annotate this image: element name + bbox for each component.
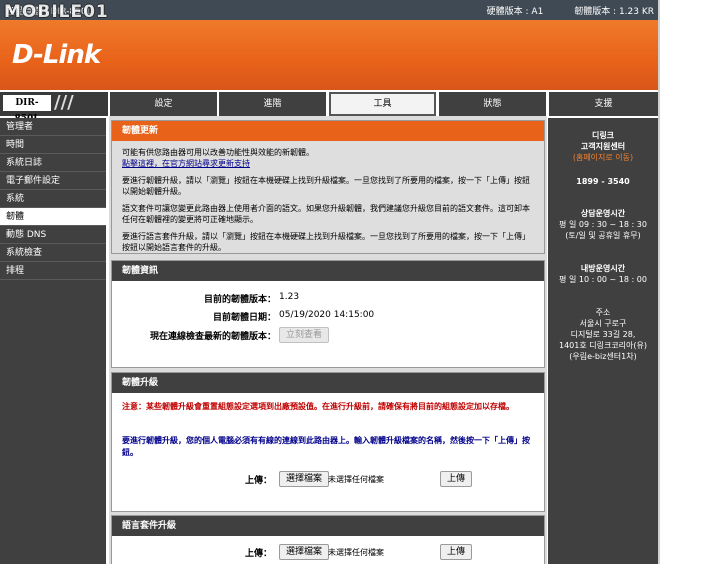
model-badge: DIR-850L /// — [0, 92, 108, 124]
upload-button[interactable]: 上傳 — [440, 471, 473, 487]
address-line-2: 디지털로 33길 28, — [570, 330, 636, 339]
update-intro: 可能有供您路由器可用以改善功能性與效能的新韌體。 — [122, 148, 314, 157]
sidebar-item-firmware[interactable]: 韌體 — [0, 208, 106, 226]
lang-upload-button[interactable]: 上傳 — [440, 544, 473, 560]
sidebar-item-schedules[interactable]: 排程 — [0, 262, 106, 280]
lang-choose-file-button[interactable]: 選擇檔案 — [279, 544, 330, 560]
sidebar-item-email[interactable]: 電子郵件設定 — [0, 172, 106, 190]
firmware-update-title: 韌體更新 — [112, 121, 544, 141]
update-instructions: 要進行韌體升級，請以「瀏覽」按鈕在本機硬碟上找到升級檔案。一旦您找到了所要用的檔… — [122, 176, 530, 196]
lang-no-file-text: 未選擇任何檔案 — [328, 548, 384, 557]
support-center: 고객지원센터 — [580, 142, 626, 151]
address-line-3: 1401호 디링크코리아(유) — [558, 341, 648, 350]
mobile01-watermark: MOBILE01 — [4, 2, 109, 22]
current-version-value: 1.23 — [279, 292, 300, 302]
support-panel: 디링크 고객지원센터 (홈페이지로 이동) 1899 - 3540 상담운영시간… — [548, 118, 658, 564]
official-update-link[interactable]: 點擊這裡，在官方網站尋求更新支持 — [122, 159, 250, 168]
main-nav: DIR-850L /// 設定 進階 工具 狀態 支援 — [0, 92, 660, 124]
firmware-update-panel: 韌體更新 可能有供您路由器可用以改善功能性與效能的新韌體。 點擊這裡，在官方網站… — [111, 120, 545, 254]
language-upgrade-panel: 語言套件升級 上傳： 選擇檔案 未選擇任何檔案 上傳 — [111, 515, 545, 564]
sidebar-item-time[interactable]: 時間 — [0, 136, 106, 154]
visit-hours-title: 내방운영시간 — [580, 264, 626, 273]
sidebar-item-ddns[interactable]: 動態 DNS — [0, 226, 106, 244]
firmware-upgrade-title: 韌體升級 — [112, 373, 544, 393]
page-edge — [658, 0, 660, 564]
language-pack-instructions: 要進行語言套件升級，請以「瀏覽」按鈕在本機硬碟上找到升級檔案。一旦您找到了所要用… — [122, 232, 530, 252]
choose-file-button[interactable]: 選擇檔案 — [279, 471, 330, 487]
consult-hours-title: 상담운영시간 — [580, 209, 626, 218]
firmware-upgrade-panel: 韌體升級 注意：某些韌體升級會重置組態設定選項到出廠預設值。在進行升級前，請確保… — [111, 372, 545, 512]
consult-hours: 평 일 09 : 30 ~ 18 : 30 — [559, 220, 647, 229]
main-content: 韌體更新 可能有供您路由器可用以改善功能性與效能的新韌體。 點擊這裡，在官方網站… — [109, 116, 547, 564]
support-phone: 1899 - 3540 — [576, 177, 630, 186]
tab-advanced[interactable]: 進階 — [219, 92, 326, 116]
hardware-version: 硬體版本 : A1 — [486, 7, 544, 17]
current-date-label: 目前韌體日期： — [212, 313, 276, 323]
check-online-label: 現在連線檢查最新的韌體版本： — [149, 332, 276, 342]
current-date-value: 05/19/2020 14:15:00 — [279, 310, 375, 320]
upgrade-instructions: 要進行韌體升級，您的個人電腦必須有有線的連線到此路由器上。輸入韌體升級檔案的名稱… — [122, 436, 530, 457]
model-slashes: /// — [54, 92, 74, 113]
sidebar: 管理者 時間 系統日誌 電子郵件設定 系統 韌體 動態 DNS 系統檢查 排程 — [0, 118, 106, 564]
firmware-info-title: 韌體資訊 — [112, 261, 544, 281]
dlink-logo: D-Link — [12, 40, 101, 70]
lang-upload-label: 上傳： — [245, 549, 273, 559]
upgrade-warning: 注意：某些韌體升級會重置組態設定選項到出廠預設值。在進行升級前，請確保有將目前的… — [122, 402, 514, 411]
firmware-info-panel: 韌體資訊 目前的韌體版本： 1.23 目前韌體日期： 05/19/2020 14… — [111, 260, 545, 368]
check-now-button[interactable]: 立刻查看 — [279, 327, 330, 343]
upload-label: 上傳： — [245, 476, 273, 486]
current-version-label: 目前的韌體版本： — [203, 295, 276, 305]
version-info: 硬體版本 : A1 韌體版本 : 1.23 KR — [459, 4, 654, 17]
tab-tools[interactable]: 工具 — [329, 92, 436, 116]
sidebar-item-system[interactable]: 系統 — [0, 190, 106, 208]
model-name: DIR-850L — [3, 95, 51, 124]
tab-status[interactable]: 狀態 — [439, 92, 546, 116]
tab-support[interactable]: 支援 — [549, 92, 658, 116]
sidebar-item-syscheck[interactable]: 系統檢查 — [0, 244, 106, 262]
sidebar-item-admin[interactable]: 管理者 — [0, 118, 106, 136]
visit-hours: 평 일 10 : 00 ~ 18 : 00 — [559, 275, 647, 284]
support-company: 디링크 — [591, 131, 615, 140]
sidebar-item-syslog[interactable]: 系統日誌 — [0, 154, 106, 172]
no-file-text: 未選擇任何檔案 — [328, 475, 384, 484]
address-title: 주소 — [595, 308, 611, 317]
tab-setup[interactable]: 設定 — [110, 92, 217, 116]
address-line-4: (우림e-biz센터1차) — [569, 352, 637, 361]
support-homepage-link[interactable]: (홈페이지로 이동) — [548, 152, 658, 163]
consult-hours-note: (토/일 및 공휴일 휴무) — [565, 231, 641, 240]
language-pack-intro: 語文套件可讓您變更此路由器上使用者介面的語文。如果您升級韌體，我們建議您升級您目… — [122, 204, 530, 224]
header-banner: D-Link — [0, 20, 660, 90]
address-line-1: 서울시 구로구 — [579, 319, 627, 328]
firmware-version: 韌體版本 : 1.23 KR — [574, 7, 654, 17]
language-upgrade-title: 語言套件升級 — [112, 516, 544, 536]
